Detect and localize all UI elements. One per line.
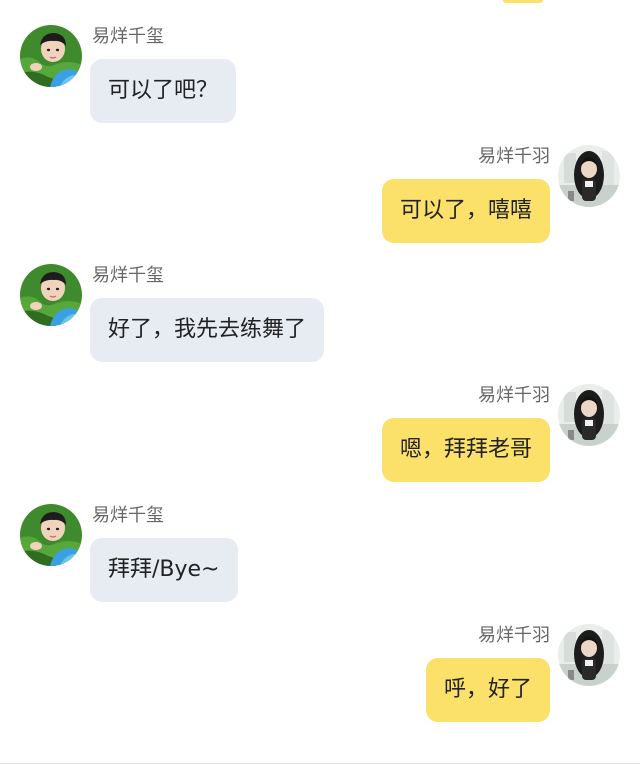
sender-name: 易烊千羽 — [478, 625, 550, 646]
message-bubble[interactable]: 好了，我先去练舞了 — [90, 298, 325, 362]
avatar-image — [20, 25, 82, 87]
avatar-image — [558, 384, 620, 446]
chat-message-5: 易烊千玺 拜拜/Bye~ — [0, 504, 640, 614]
message-bubble[interactable]: 嗯，拜拜老哥 — [381, 418, 550, 482]
girl-in-white-room-avatar-icon[interactable] — [558, 145, 620, 207]
boy-lying-on-grass-avatar-icon[interactable] — [20, 264, 82, 326]
sender-name: 易烊千玺 — [92, 26, 164, 47]
girl-in-white-room-avatar-icon[interactable] — [558, 384, 620, 446]
sender-name: 易烊千玺 — [92, 265, 164, 286]
chat-message-4: 易烊千羽 嗯，拜拜老哥 — [0, 384, 640, 494]
message-bubble[interactable]: 可以了，嘻嘻 — [381, 179, 550, 243]
sender-name: 易烊千羽 — [478, 385, 550, 406]
avatar-image — [558, 624, 620, 686]
avatar-image — [20, 264, 82, 326]
message-bubble[interactable]: 呼，好了 — [425, 658, 550, 722]
chat-message-2: 易烊千羽 可以了，嘻嘻 — [0, 145, 640, 255]
chat-message-3: 易烊千玺 好了，我先去练舞了 — [0, 264, 640, 374]
boy-lying-on-grass-avatar-icon[interactable] — [20, 504, 82, 566]
avatar-image — [20, 504, 82, 566]
avatar-image — [558, 145, 620, 207]
girl-in-white-room-avatar-icon[interactable] — [558, 624, 620, 686]
chat-message-1: 易烊千玺 可以了吧？ — [0, 25, 640, 135]
chat-message-6: 易烊千羽 呼，好了 — [0, 624, 640, 734]
sender-name: 易烊千羽 — [478, 146, 550, 167]
message-bubble[interactable]: 可以了吧？ — [90, 59, 237, 123]
boy-lying-on-grass-avatar-icon[interactable] — [20, 25, 82, 87]
message-bubble[interactable]: 拜拜/Bye~ — [90, 538, 238, 602]
sender-name: 易烊千玺 — [92, 505, 164, 526]
previous-bubble-edge — [503, 0, 543, 3]
